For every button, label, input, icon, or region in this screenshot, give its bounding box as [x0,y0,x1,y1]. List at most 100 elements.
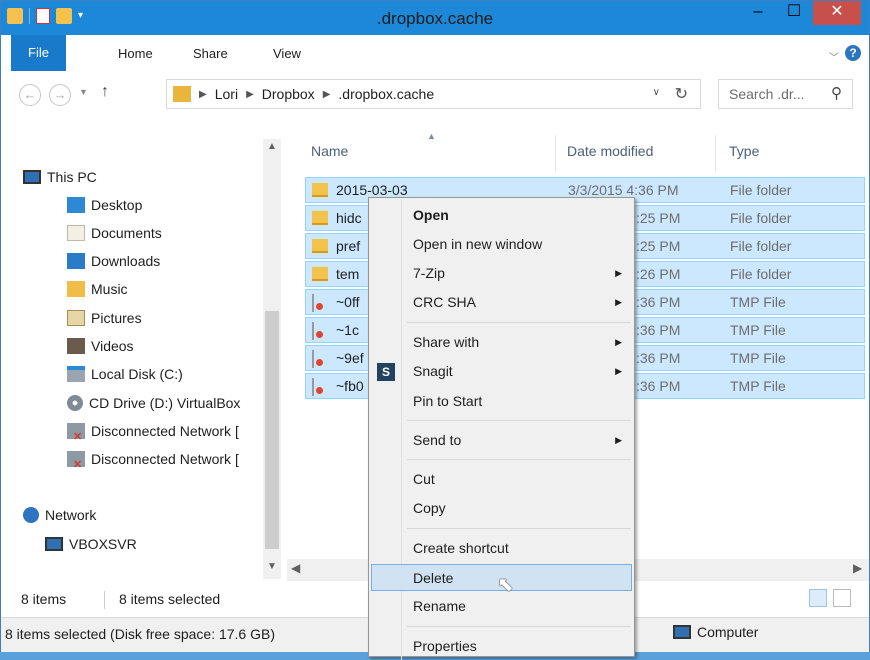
menu-item-create-shortcut[interactable]: Create shortcut [371,535,632,562]
scroll-up-icon[interactable]: ▲ [267,141,277,152]
scroll-right-icon[interactable]: ▶ [853,561,862,575]
menu-item-rename[interactable]: Rename [371,593,632,620]
breadcrumb-chevron-icon[interactable]: ▶ [199,86,207,104]
sort-ascending-icon: ▲ [427,131,436,141]
nav-network-drive-2[interactable]: Disconnected Network [ [67,447,239,477]
nav-vboxsvr[interactable]: VBOXSVR [45,532,137,556]
minimize-button[interactable]: – [743,1,773,25]
menu-label: Snagit [413,363,453,379]
status-computer: Computer [673,624,758,640]
folder-icon [312,239,328,253]
up-button[interactable]: ↑ [101,83,109,101]
file-date: :26 PM [636,266,681,282]
selection-info: 8 items selected (Disk free space: 17.6 … [5,626,275,642]
nav-this-pc[interactable]: This PC [23,165,97,189]
nav-cd-drive[interactable]: CD Drive (D:) VirtualBox [67,391,240,415]
disconnected-drive-icon [67,451,85,477]
breadcrumb: ▶ Lori ▶ Dropbox ▶ .dropbox.cache [199,86,434,104]
column-divider[interactable] [555,135,556,171]
breadcrumb-lori[interactable]: Lori [215,86,238,104]
nav-scrollbar-thumb[interactable] [265,311,279,549]
large-icons-view-icon[interactable] [833,589,851,607]
menu-separator [407,420,631,421]
tab-file[interactable]: File [11,35,66,71]
menu-label: Share with [413,334,480,350]
column-header-name[interactable]: Name [311,143,348,159]
menu-label: Rename [413,598,466,614]
nav-documents[interactable]: Documents [67,221,162,245]
help-icon[interactable]: ? [845,45,861,61]
nav-label: Documents [91,225,162,241]
forward-button[interactable]: → [49,84,71,106]
menu-item-cut[interactable]: Cut [371,466,632,493]
computer-icon [45,537,63,551]
file-type: File folder [730,238,792,254]
tab-share[interactable]: Share [181,41,240,67]
menu-item-crc-sha[interactable]: CRC SHA ▶ [371,289,632,316]
nav-label: Desktop [91,197,143,213]
tab-home[interactable]: Home [106,41,165,67]
close-button[interactable]: ✕ [813,1,861,25]
search-box[interactable]: Search .dr... ⚲ [718,79,853,109]
menu-item-open[interactable]: Open [371,202,632,229]
desktop-icon [67,197,85,213]
scroll-left-icon[interactable]: ◀ [291,561,300,575]
menu-item-send-to[interactable]: Send to ▶ [371,427,632,454]
menu-item-share-with[interactable]: Share with ▶ [371,329,632,356]
file-name: 2015-03-03 [336,182,408,198]
menu-item-pin-to-start[interactable]: Pin to Start [371,388,632,415]
title-bar[interactable]: ▾ .dropbox.cache – ☐ ✕ [1,1,869,35]
tab-view[interactable]: View [261,41,313,67]
expand-ribbon-icon[interactable]: ﹀ [829,49,839,64]
music-icon [67,281,85,297]
column-divider[interactable] [715,135,716,171]
file-date: :25 PM [636,238,681,254]
file-name: pref [336,238,361,254]
menu-item-properties[interactable]: Properties [371,633,632,660]
breadcrumb-dropbox[interactable]: Dropbox [262,86,315,104]
file-date: :36 PM [636,378,681,394]
breadcrumb-chevron-icon[interactable]: ▶ [323,86,331,104]
file-date: 3/3/2015 4:36 PM [568,182,679,198]
mouse-pointer-icon: ⬉ [497,574,514,596]
folder-icon [312,183,328,197]
address-bar[interactable]: ▶ Lori ▶ Dropbox ▶ .dropbox.cache ∨ ↻ [166,79,701,109]
back-button[interactable]: ← [19,84,41,106]
pictures-icon [67,310,85,326]
recent-locations-icon[interactable]: ▼ [79,87,88,97]
menu-label: Send to [413,432,462,448]
nav-network[interactable]: Network [23,503,96,527]
details-view-icon[interactable] [809,589,827,607]
breadcrumb-current[interactable]: .dropbox.cache [338,86,434,104]
file-type: File folder [730,210,792,226]
nav-pictures[interactable]: Pictures [67,306,142,330]
menu-item-7zip[interactable]: 7-Zip ▶ [371,260,632,287]
selected-count: 8 items selected [119,591,221,607]
nav-music[interactable]: Music [67,277,128,301]
nav-downloads[interactable]: Downloads [67,249,160,273]
nav-desktop[interactable]: Desktop [67,193,142,217]
maximize-button[interactable]: ☐ [779,1,809,25]
menu-label: CRC SHA [413,294,477,310]
disconnected-drive-icon [67,423,85,449]
snagit-icon: S [377,363,395,381]
nav-label: Pictures [91,310,142,326]
menu-item-open-new-window[interactable]: Open in new window [371,231,632,258]
refresh-icon[interactable]: ↻ [675,84,688,104]
scroll-down-icon[interactable]: ▼ [267,561,277,572]
column-header-date[interactable]: Date modified [567,143,653,159]
menu-separator [407,459,631,460]
item-count: 8 items [21,591,67,607]
folder-icon [312,211,328,225]
address-dropdown-icon[interactable]: ∨ [653,87,660,98]
nav-videos[interactable]: Videos [67,334,134,358]
column-header-type[interactable]: Type [729,143,759,159]
breadcrumb-chevron-icon[interactable]: ▶ [246,86,254,104]
nav-local-disk[interactable]: Local Disk (C:) [67,362,183,386]
menu-item-copy[interactable]: Copy [371,495,632,522]
menu-item-snagit[interactable]: S Snagit ▶ [371,358,632,385]
nav-label: Downloads [91,253,161,269]
search-icon[interactable]: ⚲ [831,84,842,102]
tmp-file-icon [312,294,314,312]
nav-network-drive-1[interactable]: Disconnected Network [ [67,419,239,449]
